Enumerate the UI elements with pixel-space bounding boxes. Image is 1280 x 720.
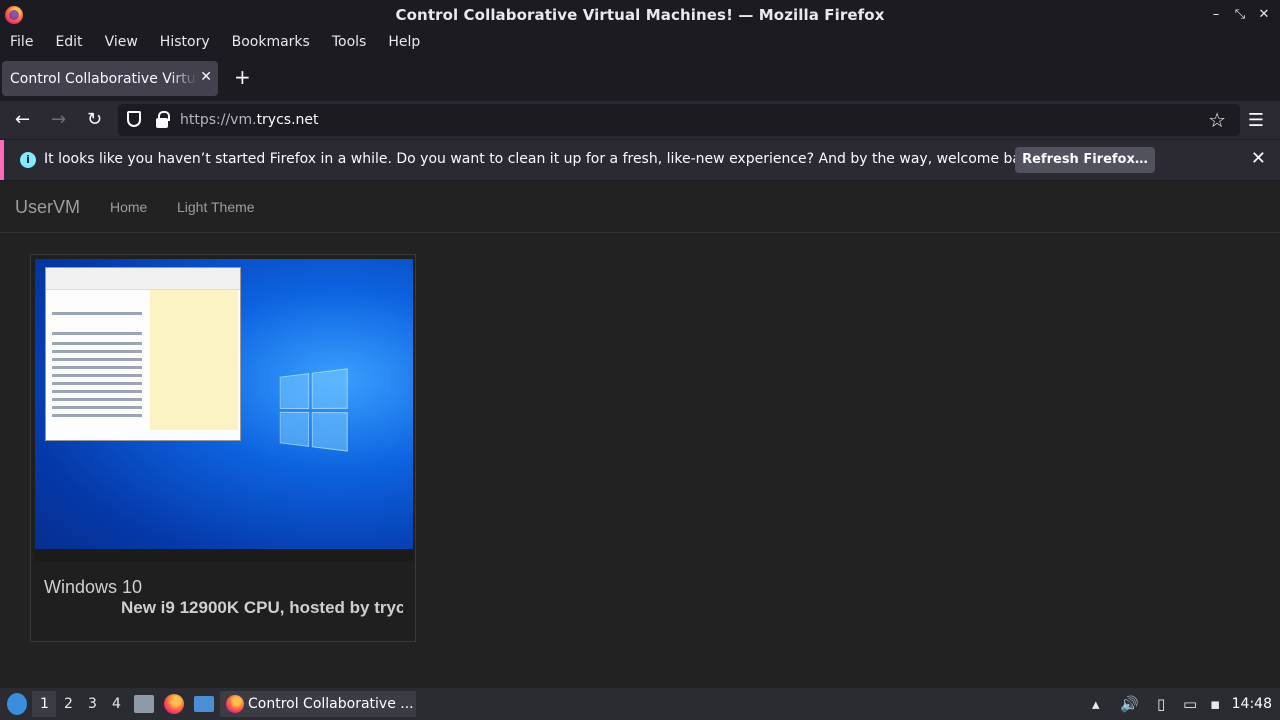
url-bar[interactable]: https://vm.trycs.net ☆ — [118, 104, 1240, 136]
menu-file[interactable]: File — [10, 34, 33, 50]
notification-message: It looks like you haven’t started Firefo… — [44, 151, 1043, 167]
forward-arrow-icon[interactable]: → — [51, 109, 66, 130]
taskbar-label: Control Collaborative ... — [248, 696, 414, 712]
close-window-button[interactable]: ✕ — [1254, 6, 1274, 24]
firefox-icon — [226, 695, 244, 713]
vm-screenshot[interactable] — [35, 259, 413, 561]
vm-subtitle: New i9 12900K CPU, hosted by trycs.net — [121, 598, 403, 617]
menu-bar: File Edit View History Bookmarks Tools H… — [0, 30, 1280, 54]
workspace-2[interactable]: 2 — [64, 696, 73, 712]
notification-icon[interactable]: ▪ — [1210, 695, 1220, 713]
maximize-button[interactable]: ⤡ — [1230, 6, 1250, 24]
site-brand[interactable]: UserVM — [15, 197, 80, 218]
window-title: Control Collaborative Virtual Machines! … — [395, 6, 885, 24]
firefox-logo-icon — [5, 6, 23, 24]
tracking-shield-icon[interactable] — [127, 111, 141, 127]
menu-tools[interactable]: Tools — [332, 34, 367, 50]
refresh-firefox-button[interactable]: Refresh Firefox… — [1015, 147, 1155, 173]
vm-card[interactable]: Windows 10 New i9 12900K CPU, hosted by … — [30, 254, 416, 642]
site-navbar: UserVM Home Light Theme — [0, 181, 1280, 233]
window-titlebar: Control Collaborative Virtual Machines! … — [0, 0, 1280, 30]
clock: 14:48 — [1231, 696, 1272, 712]
workspace-4[interactable]: 4 — [112, 696, 121, 712]
firefox-launcher-icon[interactable] — [164, 694, 184, 714]
menu-edit[interactable]: Edit — [55, 34, 82, 50]
tray-arrow-icon[interactable]: ▴ — [1092, 695, 1100, 713]
task-manager-window — [45, 267, 241, 441]
desktop-panel: 1 2 3 4 Control Collaborative ... ▴ 🔊 ▯ … — [0, 688, 1280, 720]
tab-close-icon[interactable]: ✕ — [200, 69, 212, 85]
bookmark-star-icon[interactable]: ☆ — [1208, 108, 1226, 132]
notification-close-icon[interactable]: ✕ — [1251, 148, 1266, 169]
notification-bar: i It looks like you haven’t started Fire… — [0, 140, 1280, 180]
vm-taskbar — [35, 549, 413, 561]
nav-link-home[interactable]: Home — [110, 199, 147, 215]
taskbar-firefox-button[interactable]: Control Collaborative ... — [220, 691, 416, 717]
workspace-1[interactable]: 1 — [40, 696, 49, 712]
workspace-3[interactable]: 3 — [88, 696, 97, 712]
new-tab-button[interactable]: + — [234, 65, 251, 89]
show-desktop-icon[interactable] — [194, 696, 214, 712]
page-content: UserVM Home Light Theme Windows 10 New i… — [0, 181, 1280, 688]
browser-tab[interactable]: Control Collaborative Virtual Machines! … — [2, 61, 218, 96]
menu-bookmarks[interactable]: Bookmarks — [232, 34, 310, 50]
back-arrow-icon[interactable]: ← — [15, 109, 30, 130]
navigation-toolbar: ← → ↻ https://vm.trycs.net ☆ ☰ — [0, 101, 1280, 139]
menu-history[interactable]: History — [160, 34, 210, 50]
tab-label: Control Collaborative Virtual Machines! — [10, 70, 198, 87]
info-icon: i — [20, 152, 36, 168]
tab-strip: Control Collaborative Virtual Machines! … — [0, 57, 1280, 101]
reload-icon[interactable]: ↻ — [87, 109, 102, 130]
vm-title: Windows 10 — [44, 577, 143, 597]
start-menu-icon[interactable] — [7, 693, 27, 715]
minimize-button[interactable]: – — [1206, 6, 1226, 24]
menu-view[interactable]: View — [105, 34, 138, 50]
menu-help[interactable]: Help — [388, 34, 420, 50]
nav-link-light-theme[interactable]: Light Theme — [177, 199, 255, 215]
lock-icon[interactable] — [156, 111, 170, 128]
network-icon[interactable]: ▭ — [1183, 695, 1197, 713]
windows-logo-icon — [279, 368, 348, 452]
volume-icon[interactable]: 🔊 — [1120, 695, 1139, 713]
url-text[interactable]: https://vm.trycs.net — [180, 112, 319, 128]
clipboard-icon[interactable]: ▯ — [1157, 695, 1165, 713]
file-manager-icon[interactable] — [134, 695, 154, 713]
app-menu-icon[interactable]: ☰ — [1248, 110, 1264, 131]
